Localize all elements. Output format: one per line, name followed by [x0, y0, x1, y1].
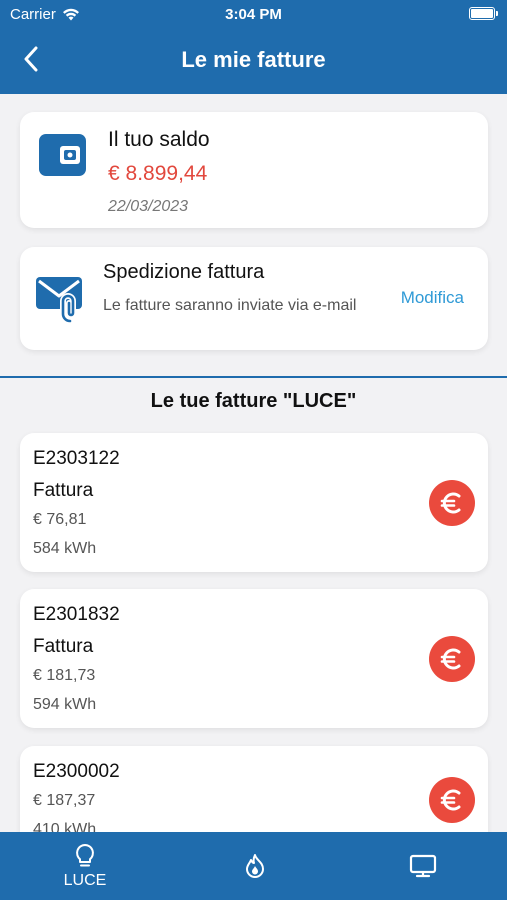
invoice-energy: 410 kWh: [33, 821, 97, 832]
invoice-energy: 594 kWh: [33, 696, 97, 713]
invoice-energy: 584 kWh: [33, 540, 97, 557]
balance-date: 22/03/2023: [108, 198, 189, 215]
euro-icon: [440, 789, 461, 811]
clock: 3:04 PM: [225, 6, 282, 23]
invoice-code: E2301832: [33, 604, 120, 625]
euro-icon: [440, 648, 461, 670]
shipping-label: Spedizione fattura: [103, 261, 265, 283]
invoices-section-title: Le tue fatture "LUCE": [150, 390, 357, 412]
edit-shipping-button[interactable]: Modifica: [401, 288, 464, 308]
invoice-card[interactable]: E2303122 Fattura € 76,81 584 kWh: [20, 433, 488, 572]
tab-bar: LUCE: [0, 832, 507, 900]
invoice-card[interactable]: E2300002 € 187,37 410 kWh: [20, 746, 488, 832]
pay-invoice-button[interactable]: [429, 636, 475, 682]
tab-tv[interactable]: [382, 832, 464, 900]
invoice-type: Fattura: [33, 636, 94, 657]
invoice-list[interactable]: E2303122 Fattura € 76,81 584 kWh E230183…: [0, 420, 507, 832]
wallet-icon: [38, 131, 88, 184]
invoice-code: E2303122: [33, 448, 120, 469]
status-bar: Carrier 3:04 PM: [0, 0, 507, 28]
invoice-amount: € 187,37: [33, 792, 96, 809]
invoice-amount: € 181,73: [33, 667, 96, 684]
tab-gas[interactable]: [214, 832, 296, 900]
balance-card: Il tuo saldo € 8.899,44 22/03/2023: [20, 112, 488, 228]
invoice-card[interactable]: E2301832 Fattura € 181,73 594 kWh: [20, 589, 488, 728]
invoice-type: Fattura: [33, 480, 94, 501]
balance-amount: € 8.899,44: [108, 162, 208, 185]
pay-invoice-button[interactable]: [429, 480, 475, 526]
page-title: Le mie fatture: [181, 47, 326, 72]
invoice-shipping-card: Spedizione fattura Le fatture saranno in…: [20, 247, 488, 350]
invoice-code: E2300002: [33, 761, 120, 782]
shipping-description: Le fatture saranno inviate via e-mail: [103, 297, 357, 314]
tab-luce-label: LUCE: [63, 871, 107, 889]
section-divider: [0, 376, 507, 378]
battery-icon: [469, 7, 498, 20]
pay-invoice-button[interactable]: [429, 777, 475, 823]
email-attachment-icon: [34, 273, 90, 328]
invoice-amount: € 76,81: [33, 511, 87, 528]
euro-icon: [440, 492, 461, 514]
tv-icon: [409, 854, 437, 878]
nav-bar: Le mie fatture: [0, 28, 507, 94]
tab-luce[interactable]: LUCE: [44, 832, 126, 900]
balance-label: Il tuo saldo: [108, 128, 210, 151]
lightbulb-icon: [76, 843, 94, 866]
flame-icon: [246, 854, 264, 878]
